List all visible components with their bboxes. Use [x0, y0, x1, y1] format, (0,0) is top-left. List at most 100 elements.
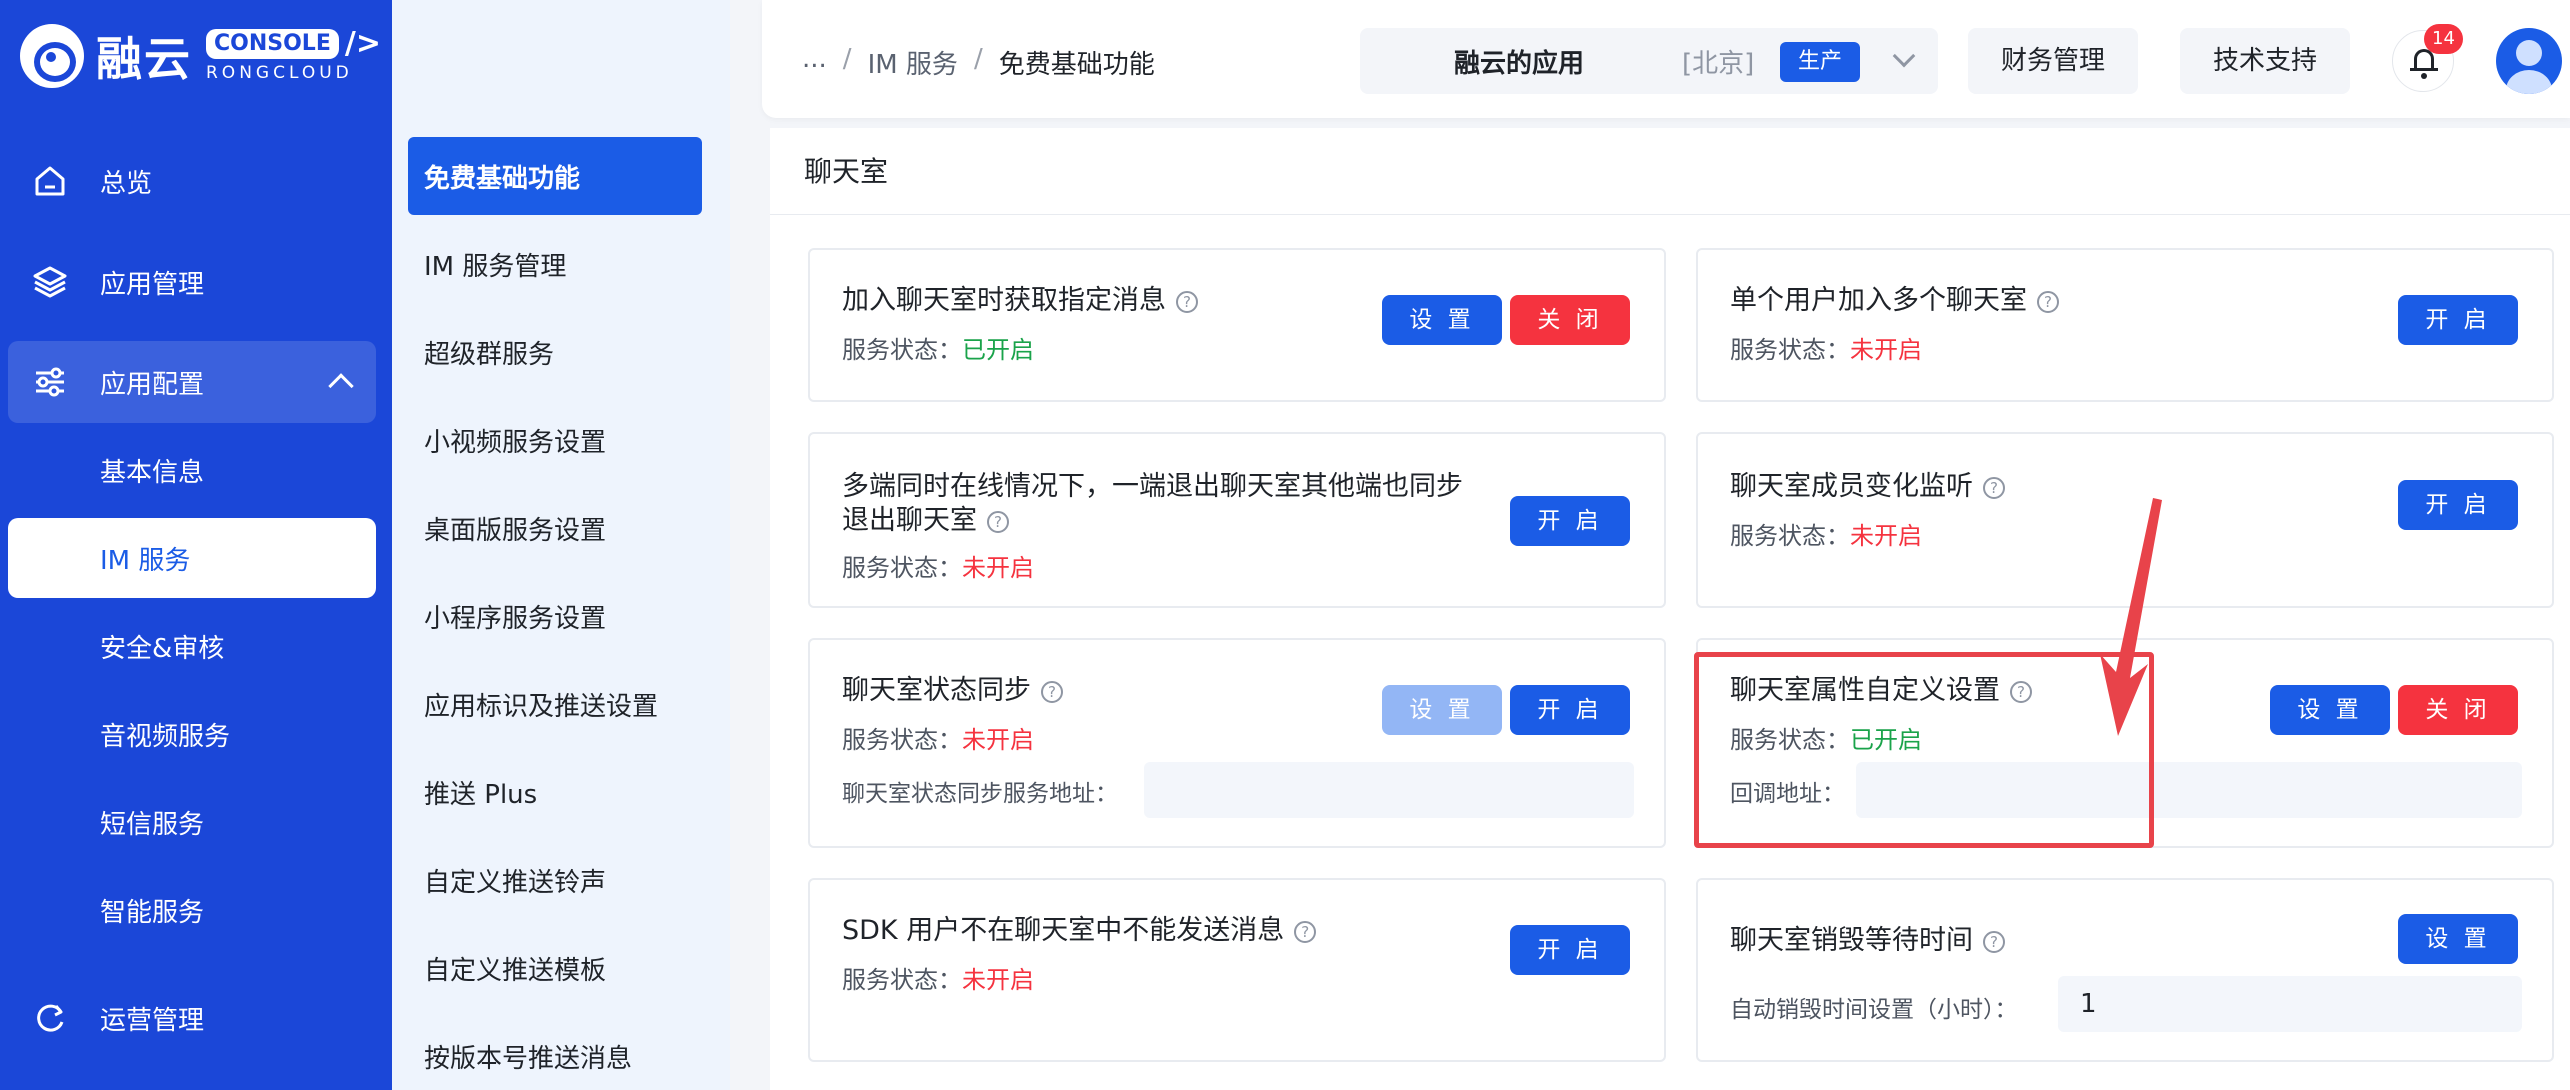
status-sync-url-field[interactable]: [1144, 762, 1634, 818]
field-label: 聊天室状态同步服务地址：: [842, 781, 1118, 807]
notification-badge: 14: [2424, 24, 2463, 54]
help-icon[interactable]: ?: [1294, 921, 1317, 943]
nav-sub-im-service[interactable]: IM 服务: [8, 518, 376, 598]
card-title: 加入聊天室时获取指定消息?: [842, 284, 1198, 318]
subnav-miniprogram[interactable]: 小程序服务设置: [408, 577, 702, 655]
status-label: 服务状态：: [842, 554, 962, 582]
status-value: 未开启: [1850, 336, 1922, 364]
settings-button[interactable]: 设 置: [2270, 685, 2390, 735]
subnav-version-push[interactable]: 按版本号推送消息: [408, 1017, 702, 1090]
help-icon[interactable]: ?: [2037, 291, 2059, 313]
status-label: 服务状态：: [842, 726, 962, 754]
env-badge: 生产: [1780, 42, 1861, 82]
settings-button[interactable]: 设 置: [1382, 295, 1502, 345]
subnav-push-plus[interactable]: 推送 Plus: [408, 753, 702, 831]
subnav-custom-template[interactable]: 自定义推送模板: [408, 929, 702, 1007]
subnav-app-push-id[interactable]: 应用标识及推送设置: [408, 665, 702, 743]
breadcrumb-ellipsis[interactable]: ...: [802, 44, 827, 81]
service-status: 服务状态：已开启: [842, 330, 1034, 365]
help-icon[interactable]: ?: [1041, 681, 1063, 703]
breadcrumb-current: 免费基础功能: [998, 50, 1155, 80]
card-sdk-send-restriction: SDK 用户不在聊天室中不能发送消息? 服务状态：未开启 开 启: [808, 878, 1666, 1062]
nav-sub-av-service[interactable]: 音视频服务: [8, 694, 376, 774]
help-icon[interactable]: ?: [1983, 477, 2005, 499]
card-title: 聊天室成员变化监听?: [1730, 470, 2005, 504]
service-status: 服务状态：未开启: [842, 720, 1034, 755]
nav-sub-security[interactable]: 安全&审核: [8, 606, 376, 686]
card-multi-chatroom: 单个用户加入多个聊天室? 服务状态：未开启 开 启: [1696, 248, 2554, 402]
nav-item-operations[interactable]: 运营管理: [8, 977, 376, 1059]
card-title: 聊天室销毁等待时间?: [1730, 924, 2005, 958]
subnav-desktop[interactable]: 桌面版服务设置: [408, 489, 702, 567]
logo-console-mark: />: [344, 26, 381, 61]
nav-sub-label: 智能服务: [100, 897, 205, 928]
help-icon[interactable]: ?: [1176, 291, 1198, 313]
breadcrumb-separator: /: [973, 44, 983, 74]
main-panel: 聊天室 加入聊天室时获取指定消息? 服务状态：已开启 设 置 关 闭 单个用户加…: [770, 128, 2570, 1090]
nav-item-app-management[interactable]: 应用管理: [8, 241, 376, 323]
close-button[interactable]: 关 闭: [2398, 685, 2518, 735]
subnav-super-group[interactable]: 超级群服务: [408, 313, 702, 391]
layers-icon: [33, 266, 67, 298]
breadcrumb-im-service[interactable]: IM 服务: [868, 44, 958, 81]
card-title-text: 退出聊天室: [842, 505, 977, 536]
enable-button[interactable]: 开 启: [1510, 925, 1630, 975]
nav-sub-smart[interactable]: 智能服务: [8, 870, 376, 950]
subnav-custom-ringtone[interactable]: 自定义推送铃声: [408, 841, 702, 919]
card-title-text: 聊天室状态同步: [842, 675, 1031, 706]
sliders-icon: [36, 367, 64, 397]
nav-sub-basic-info[interactable]: 基本信息: [8, 430, 376, 510]
subnav-free-basic[interactable]: 免费基础功能: [408, 137, 702, 215]
home-icon: [35, 166, 65, 196]
card-title-text: 聊天室销毁等待时间: [1730, 925, 1973, 956]
status-label: 服务状态：: [842, 966, 962, 994]
service-status: 服务状态：未开启: [842, 548, 1034, 583]
rongcloud-logo[interactable]: 融云 CONSOLE /> RONGCLOUD: [20, 24, 381, 88]
enable-button[interactable]: 开 启: [1510, 496, 1630, 546]
logo-rongcloud: RONGCLOUD: [206, 63, 353, 83]
close-button[interactable]: 关 闭: [1510, 295, 1630, 345]
chevron-down-icon: [1892, 44, 1916, 68]
finance-button[interactable]: 财务管理: [1968, 28, 2138, 94]
service-status: 服务状态：未开启: [842, 960, 1034, 995]
refresh-icon: [37, 1004, 64, 1032]
app-name: 融云的应用: [1454, 48, 1585, 79]
breadcrumb-separator: /: [842, 44, 852, 74]
card-title-text: 单个用户加入多个聊天室: [1730, 285, 2027, 316]
secondary-sidebar: 免费基础功能 IM 服务管理 超级群服务 小视频服务设置 桌面版服务设置 小程序…: [392, 0, 730, 1090]
settings-button-disabled[interactable]: 设 置: [1382, 685, 1502, 735]
support-button[interactable]: 技术支持: [2180, 28, 2350, 94]
app-switcher[interactable]: 融云的应用 [北京] 生产: [1360, 28, 1938, 94]
destroy-hours-field[interactable]: 1: [2058, 976, 2522, 1032]
subnav-short-video[interactable]: 小视频服务设置: [408, 401, 702, 479]
nav-sub-label: 短信服务: [100, 809, 205, 840]
card-title: 单个用户加入多个聊天室?: [1730, 284, 2059, 318]
card-title: 聊天室状态同步?: [842, 674, 1063, 708]
enable-button[interactable]: 开 启: [2398, 480, 2518, 530]
chevron-up-icon: [328, 373, 354, 399]
settings-button[interactable]: 设 置: [2398, 914, 2518, 964]
nav-sub-label: IM 服务: [100, 545, 191, 576]
status-label: 服务状态：: [1730, 336, 1850, 364]
status-value: 已开启: [962, 336, 1034, 364]
nav-label: 应用管理: [100, 269, 205, 300]
avatar[interactable]: [2496, 28, 2562, 94]
nav-label: 应用配置: [100, 369, 205, 400]
help-icon[interactable]: ?: [987, 511, 1009, 533]
enable-button[interactable]: 开 启: [1510, 685, 1630, 735]
main-sidebar: 融云 CONSOLE /> RONGCLOUD 总览 应用管理 应用配置 基本信…: [0, 0, 392, 1090]
status-label: 服务状态：: [1730, 522, 1850, 550]
nav-item-overview[interactable]: 总览: [8, 140, 376, 222]
status-value: 未开启: [962, 966, 1034, 994]
annotation-arrow-icon: [2100, 498, 2162, 736]
enable-button[interactable]: 开 启: [2398, 295, 2518, 345]
help-icon[interactable]: ?: [1983, 931, 2005, 953]
subnav-im-management[interactable]: IM 服务管理: [408, 225, 702, 303]
status-value: 未开启: [1850, 522, 1922, 550]
nav-item-app-config[interactable]: 应用配置: [8, 341, 376, 423]
logo-subtitle: CONSOLE /> RONGCLOUD: [206, 29, 381, 83]
status-label: 服务状态：: [842, 336, 962, 364]
nav-sub-sms[interactable]: 短信服务: [8, 782, 376, 862]
service-status: 服务状态：未开启: [1730, 330, 1922, 365]
nav-sub-label: 安全&审核: [100, 633, 225, 664]
